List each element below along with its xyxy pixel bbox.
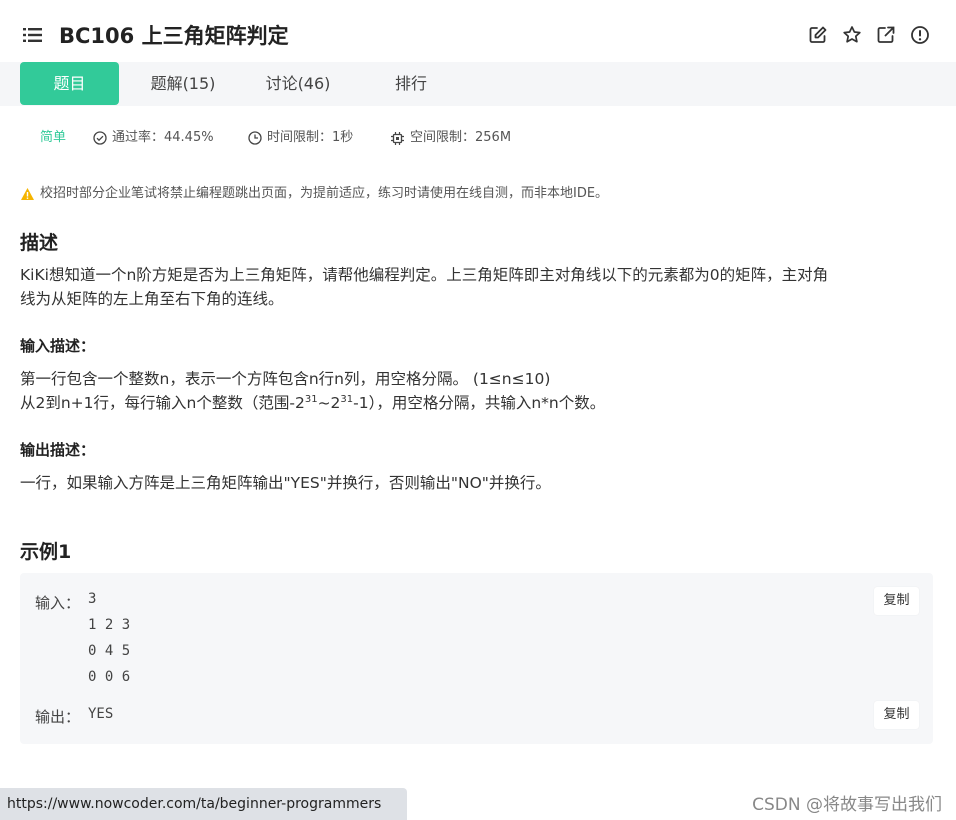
- example-box: 输入： 3 1 2 3 0 4 5 0 0 6 复制 输出： YES 复制: [20, 573, 933, 744]
- warning-icon: [21, 188, 34, 200]
- copy-output-button[interactable]: 复制: [874, 701, 919, 729]
- tab-solutions[interactable]: 题解(15): [135, 62, 231, 105]
- copy-input-button[interactable]: 复制: [874, 587, 919, 615]
- pass-rate-text: 通过率：44.45%: [112, 130, 214, 145]
- star-icon[interactable]: [842, 25, 862, 45]
- watermark: CSDN @将故事写出我们: [752, 795, 942, 815]
- example-heading: 示例1: [20, 541, 72, 563]
- notice-text: 校招时部分企业笔试将禁止编程题跳出页面，为提前适应，练习时请使用在线自测，而非本…: [40, 186, 609, 201]
- pass-rate: 通过率：44.45%: [93, 128, 214, 148]
- description-line: 线为从矩阵的左上角至右下角的连线。: [20, 290, 284, 308]
- space-limit-text: 空间限制：256M: [410, 130, 512, 145]
- output-desc-line: 一行，如果输入方阵是上三角矩阵输出"YES"并换行，否则输出"NO"并换行。: [20, 474, 551, 492]
- time-limit-text: 时间限制：1秒: [267, 130, 354, 145]
- description-heading: 描述: [20, 232, 59, 254]
- time-limit: 时间限制：1秒: [248, 128, 353, 148]
- example-input-label: 输入：: [35, 594, 81, 612]
- input-desc-heading: 输入描述：: [20, 337, 96, 355]
- difficulty-badge: 简单: [40, 130, 67, 145]
- example-input-code[interactable]: 3 1 2 3 0 4 5 0 0 6: [88, 586, 130, 690]
- share-icon[interactable]: [876, 25, 896, 45]
- info-icon[interactable]: [910, 25, 930, 45]
- status-url: https://www.nowcoder.com/ta/beginner-pro…: [0, 788, 407, 820]
- input-desc-text: 第一行包含一个整数n，表示一个方阵包含n行n列，用空格分隔。 (1≤n≤10) …: [20, 367, 932, 415]
- description-line: KiKi想知道一个n阶方矩是否为上三角矩阵，请帮他编程判定。上三角矩阵即主对角线…: [20, 266, 829, 284]
- example-output-label: 输出：: [35, 708, 81, 726]
- problem-header: BC106 上三角矩阵判定: [0, 0, 956, 62]
- list-icon[interactable]: [22, 26, 44, 44]
- notice-bar: 校招时部分企业笔试将禁止编程题跳出页面，为提前适应，练习时请使用在线自测，而非本…: [20, 184, 608, 204]
- tab-bar: 题目 题解(15) 讨论(46) 排行: [0, 62, 956, 106]
- tab-ranking[interactable]: 排行: [365, 62, 457, 105]
- tab-discussion[interactable]: 讨论(46): [250, 62, 346, 105]
- output-desc-heading: 输出描述：: [20, 441, 96, 459]
- edit-icon[interactable]: [808, 25, 828, 45]
- output-desc-text: 一行，如果输入方阵是上三角矩阵输出"YES"并换行，否则输出"NO"并换行。: [20, 471, 932, 495]
- description-text: KiKi想知道一个n阶方矩是否为上三角矩阵，请帮他编程判定。上三角矩阵即主对角线…: [20, 263, 932, 311]
- clock-icon: [248, 131, 262, 145]
- chip-icon: [391, 131, 404, 145]
- input-desc-line: 第一行包含一个整数n，表示一个方阵包含n行n列，用空格分隔。 (1≤n≤10): [20, 370, 551, 388]
- problem-title: BC106 上三角矩阵判定: [59, 24, 289, 48]
- tab-problem[interactable]: 题目: [20, 62, 119, 105]
- example-output-code[interactable]: YES: [88, 701, 113, 727]
- space-limit: 空间限制：256M: [390, 128, 511, 148]
- input-desc-line: 从2到n+1行，每行输入n个整数（范围-231~231-1），用空格分隔，共输入…: [20, 394, 606, 412]
- check-circle-icon: [93, 131, 107, 145]
